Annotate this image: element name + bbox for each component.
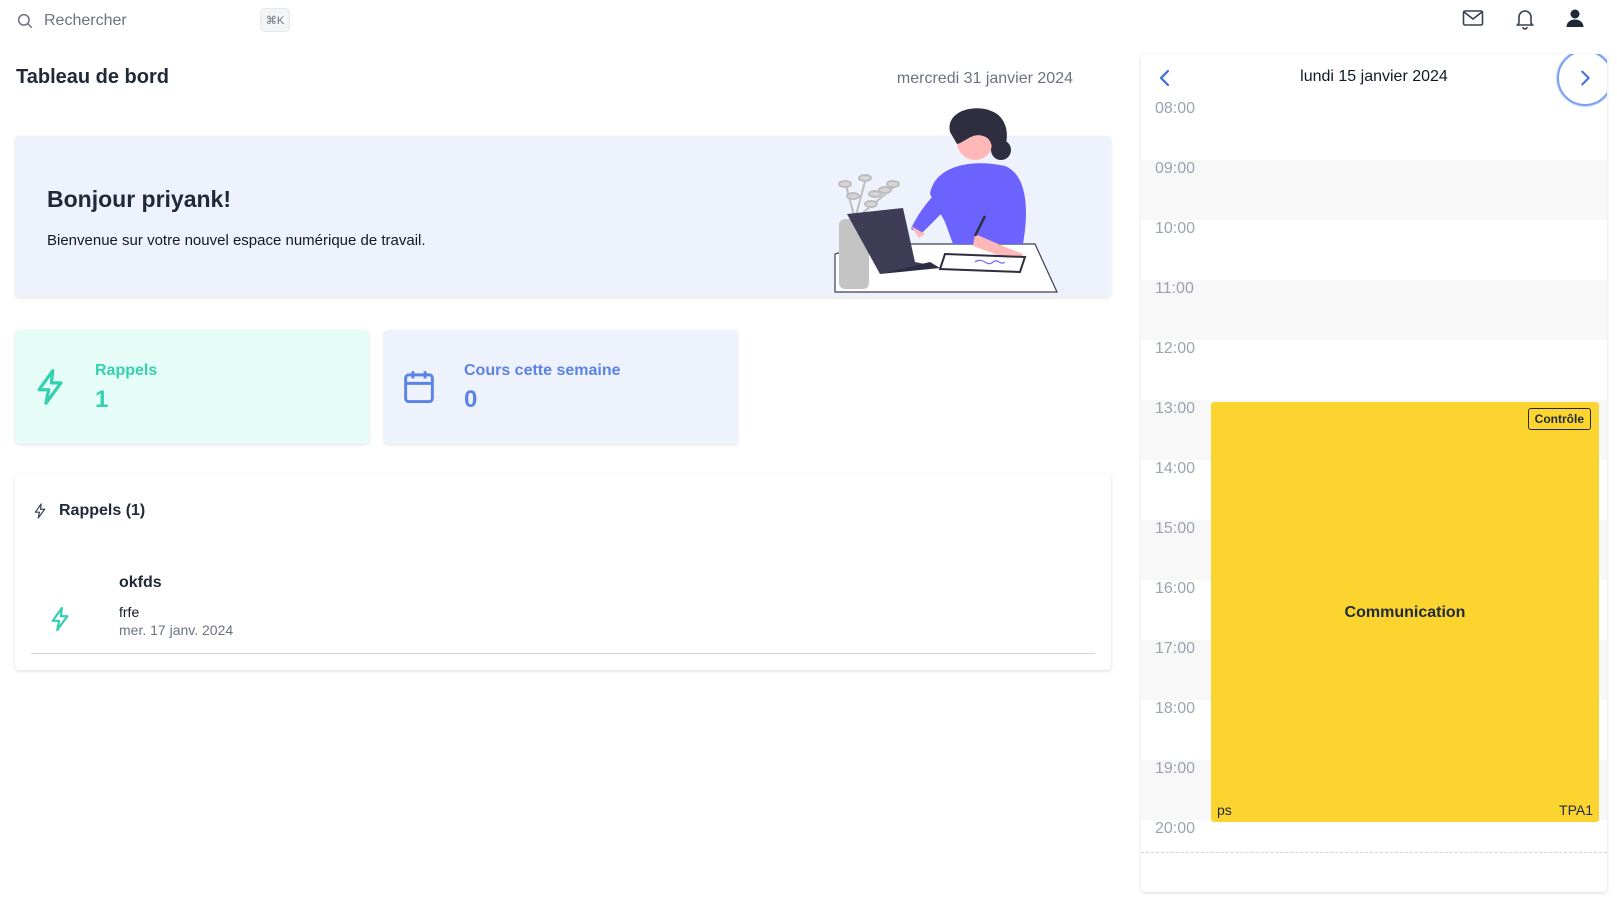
hour-label: 15:00 <box>1155 520 1196 537</box>
event-teacher: ps <box>1217 802 1232 818</box>
reminders-list-card: Rappels (1) okfds frfe mer. 17 janv. 202… <box>15 474 1111 670</box>
person-at-desk-illustration <box>834 108 1058 293</box>
hour-label: 19:00 <box>1155 760 1196 777</box>
reminders-stat-card[interactable]: Rappels 1 <box>15 330 369 444</box>
hour-label: 17:00 <box>1155 640 1196 657</box>
hour-label: 13:00 <box>1155 400 1196 417</box>
top-bar: Rechercher ⌘K <box>0 0 1617 38</box>
user-icon[interactable] <box>1563 6 1587 30</box>
hour-label: 10:00 <box>1155 220 1196 237</box>
hour-label: 12:00 <box>1155 340 1196 357</box>
reminder-date: mer. 17 janv. 2024 <box>119 622 234 638</box>
welcome-message: Bienvenue sur votre nouvel espace numéri… <box>47 232 426 249</box>
search-icon <box>17 13 33 29</box>
calendar-icon <box>404 371 434 404</box>
event-name: Communication <box>1344 604 1466 621</box>
calendar-event[interactable]: Contrôle Communication ps TPA1 <box>1211 402 1599 822</box>
current-date: mercredi 31 janvier 2024 <box>896 70 1073 87</box>
event-group: TPA1 <box>1559 802 1593 818</box>
search-shortcut-badge: ⌘K <box>260 8 290 32</box>
search-placeholder: Rechercher <box>44 12 127 29</box>
calendar-date-title: lundi 15 janvier 2024 <box>1300 68 1448 85</box>
calendar-header: lundi 15 janvier 2024 <box>1141 54 1607 106</box>
reminders-list-title: Rappels (1) <box>59 502 146 519</box>
reminders-stat-label: Rappels <box>95 362 158 379</box>
reminders-stat-value: 1 <box>95 386 109 413</box>
mail-icon[interactable] <box>1461 6 1485 30</box>
hour-row: 12:00 <box>1141 340 1607 400</box>
bolt-icon <box>51 606 69 632</box>
welcome-banner: Bonjour priyank! Bienvenue sur votre nou… <box>15 108 1111 297</box>
hour-label: 11:00 <box>1155 280 1194 297</box>
bolt-icon <box>37 369 63 405</box>
hour-label: 20:00 <box>1155 820 1196 837</box>
hour-row: 10:00 <box>1141 220 1607 280</box>
welcome-greeting: Bonjour priyank! <box>47 186 232 212</box>
page-title: Tableau de bord <box>16 66 169 88</box>
reminder-title: okfds <box>119 574 162 591</box>
hour-label: 18:00 <box>1155 700 1196 717</box>
hour-row: 20:00 <box>1141 820 1607 852</box>
reminder-description: frfe <box>119 604 140 620</box>
hour-label: 16:00 <box>1155 580 1196 597</box>
hour-row: 09:00 <box>1141 160 1607 220</box>
hour-label: 14:00 <box>1155 460 1196 477</box>
hour-row: 08:00 <box>1141 100 1607 160</box>
courses-stat-value: 0 <box>464 386 478 413</box>
courses-stat-label: Cours cette semaine <box>464 362 621 379</box>
hour-row: 11:00 <box>1141 280 1607 340</box>
calendar-end-line <box>1141 852 1607 853</box>
courses-stat-card[interactable]: Cours cette semaine 0 <box>384 330 738 444</box>
bolt-icon <box>34 503 46 519</box>
chevron-right-icon <box>1581 70 1590 86</box>
bell-icon[interactable] <box>1513 6 1537 30</box>
event-type-badge: Contrôle <box>1527 408 1591 430</box>
hour-label: 09:00 <box>1155 160 1196 177</box>
next-day-button[interactable] <box>1557 54 1607 106</box>
reminder-item[interactable]: okfds frfe mer. 17 janv. 2024 <box>31 574 1095 654</box>
day-calendar: 08:00 09:00 10:00 11:00 12:00 13:00 14:0… <box>1141 54 1607 892</box>
reminders-list-header: Rappels (1) <box>33 502 145 520</box>
search-input[interactable]: Rechercher ⌘K <box>16 8 292 34</box>
